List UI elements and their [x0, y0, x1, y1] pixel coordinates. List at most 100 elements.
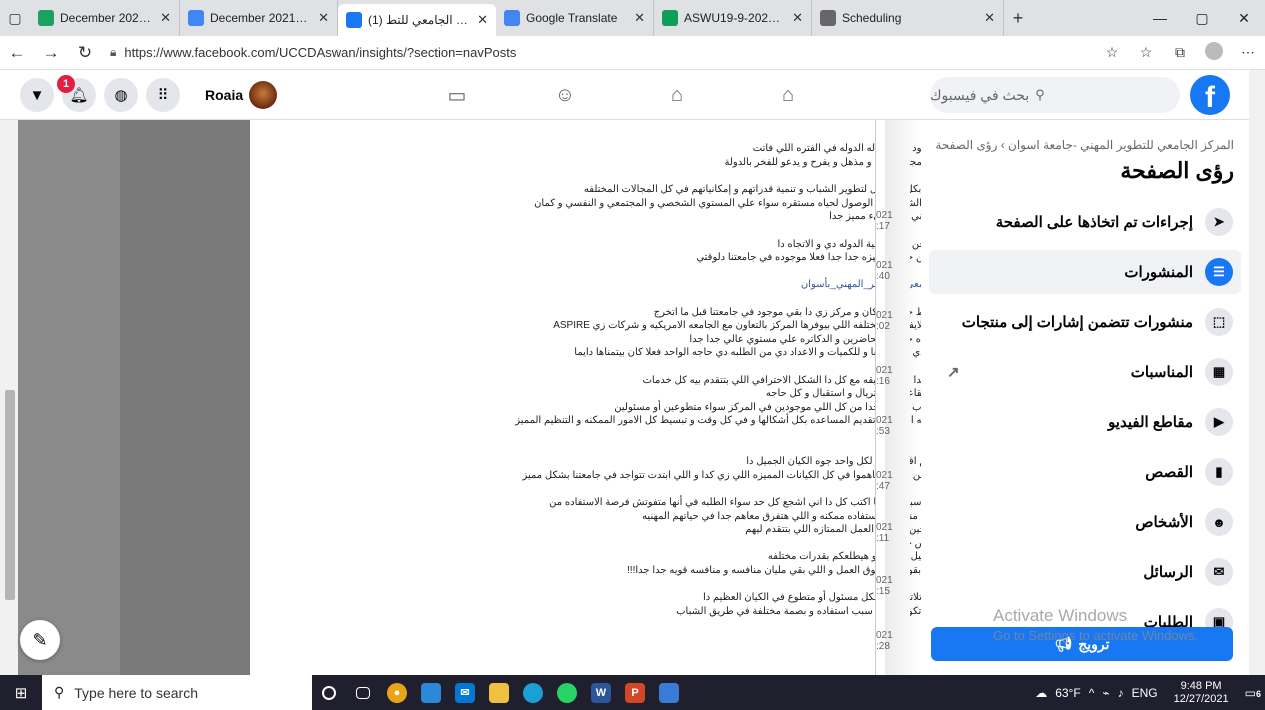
tab-title: Scheduling: [842, 11, 902, 25]
right-scrollbar[interactable]: [1249, 70, 1265, 675]
sidebar-item-1[interactable]: ➤ إجراءات تم اتخاذها على الصفحة: [929, 200, 1241, 244]
restore-icon[interactable]: ▢: [1181, 10, 1223, 27]
hashtag-link[interactable]: #المركز_الجامعي_للتطوير_المهني_بأسوان: [262, 278, 978, 292]
store-icon[interactable]: [414, 675, 448, 710]
post-line: كورسات مفيده جدا و المحاضرين و الدكاتره …: [689, 333, 978, 345]
weather-temp[interactable]: 63°F: [1055, 686, 1080, 700]
photos-icon[interactable]: [652, 675, 686, 710]
sidebar-item-7[interactable]: ☻ الأشخاص: [929, 500, 1241, 544]
tab-4[interactable]: Google Translate ✕: [496, 0, 654, 36]
tab-title: ASWU19-9-2021R13C: [684, 11, 784, 25]
cortana-icon[interactable]: [312, 675, 346, 710]
sidebar-item-4[interactable]: ▦ المناسبات ↗: [929, 350, 1241, 394]
new-tab-button[interactable]: +: [1004, 8, 1032, 29]
account-menu-icon[interactable]: ▼: [20, 78, 54, 112]
tab-6[interactable]: Scheduling ✕: [812, 0, 1004, 36]
google-translate-icon: [504, 10, 520, 26]
groups-icon[interactable]: ☺: [545, 80, 585, 110]
facebook-logo-icon[interactable]: f: [1190, 75, 1230, 115]
close-window-icon[interactable]: ✕: [1223, 10, 1265, 27]
search-icon: ⚲: [54, 684, 65, 700]
left-scrollbar[interactable]: [0, 120, 18, 675]
powerpoint-icon[interactable]: P: [618, 675, 652, 710]
scrollbar-thumb[interactable]: [5, 390, 15, 600]
overlay-backdrop: [18, 120, 120, 675]
minimize-icon[interactable]: —: [1139, 10, 1181, 27]
more-icon[interactable]: ⋯: [1231, 44, 1265, 61]
tab-close-icon[interactable]: ✕: [477, 12, 488, 28]
clock-time: 9:48 PM: [1180, 679, 1222, 692]
windows-start-icon[interactable]: ⊞: [0, 675, 42, 710]
lang-indicator[interactable]: ENG: [1132, 686, 1158, 700]
task-view-icon[interactable]: [346, 675, 380, 710]
profile-icon[interactable]: [1197, 42, 1231, 63]
sidebar-item-3[interactable]: ⬚ منشورات تتضمن إشارات إلى منتجات: [929, 300, 1241, 344]
notifications-icon[interactable]: 1 🔔︎: [57, 75, 96, 112]
whatsapp-icon[interactable]: [550, 675, 584, 710]
shopping-bag-icon: ⬚: [1205, 308, 1233, 336]
tab-2[interactable]: December 2021Month ✕: [180, 0, 338, 36]
post-line: المستوي المهني فعلا شيء مميز جدا: [829, 211, 978, 222]
pages-icon[interactable]: ▭: [437, 80, 477, 110]
tab-1[interactable]: December 2021 - Goo ✕: [30, 0, 180, 36]
favorites-icon[interactable]: ☆: [1129, 44, 1163, 61]
tab-close-icon[interactable]: ✕: [792, 10, 803, 26]
mail-icon[interactable]: ✉: [448, 675, 482, 710]
tab-5[interactable]: ASWU19-9-2021R13C ✕: [654, 0, 812, 36]
lock-icon[interactable]: 🔒︎: [110, 45, 116, 60]
notification-badge: 1: [57, 75, 75, 93]
notification-count: 6: [1255, 688, 1261, 699]
user-profile-link[interactable]: Roaia: [205, 80, 278, 110]
messenger-icon[interactable]: ◍: [104, 78, 138, 112]
messages-icon: ✉: [1205, 558, 1233, 586]
clock[interactable]: 9:48 PM 12/27/2021: [1170, 680, 1233, 706]
menu-grid-icon[interactable]: ⠿: [146, 78, 180, 112]
tab-close-icon[interactable]: ✕: [634, 10, 645, 26]
tab-close-icon[interactable]: ✕: [318, 10, 329, 26]
search-input[interactable]: ⚲ بحث في فيسبوك: [930, 77, 1180, 113]
back-icon[interactable]: ←: [0, 43, 34, 63]
home-icon[interactable]: ⌂: [768, 80, 808, 110]
post-line: و كمان الخريجين و ورش العمل الممتازه الل…: [745, 524, 978, 535]
tab-3[interactable]: (1) المركز الجامعي للتط ✕: [338, 4, 496, 36]
tab-close-icon[interactable]: ✕: [160, 10, 171, 26]
sidebar-item-8[interactable]: ✉ الرسائل: [929, 550, 1241, 594]
window-controls: — ▢ ✕: [1139, 10, 1265, 27]
url-field[interactable]: 🔒︎ https://www.facebook.com/UCCDAswan/in…: [110, 45, 1095, 60]
tab-actions-icon[interactable]: ▢: [0, 0, 30, 36]
forward-icon[interactable]: →: [34, 43, 68, 63]
search-placeholder: بحث في فيسبوك: [930, 86, 1030, 103]
post-line: و ان شاء الله تكونوا دايما سبب استفاده و…: [676, 605, 978, 617]
post-paragraph: و من ضمن الأسباب ان انا اكتب كل دا اني ا…: [262, 496, 978, 577]
read-aloud-icon[interactable]: ☆: [1095, 44, 1129, 61]
post-line: من تجهيزات لقاعات و ماتريال و استقبال و …: [765, 388, 978, 399]
sidebar-item-6[interactable]: ▮ القصص: [929, 450, 1241, 494]
chrome-icon[interactable]: ●: [380, 675, 414, 710]
tab-title: December 2021Month: [210, 11, 310, 25]
sidebar-item-2[interactable]: ☰ المنشورات: [929, 250, 1241, 294]
network-icon[interactable]: ⌁: [1102, 686, 1109, 700]
post-line: السعي الدائم بكل الوسائل لتطوير الشباب و…: [583, 184, 978, 195]
post-line: و هي: [262, 265, 978, 279]
taskbar-search[interactable]: ⚲ Type here to search: [42, 675, 312, 710]
tab-close-icon[interactable]: ✕: [984, 10, 995, 26]
refresh-icon[interactable]: ↻: [68, 43, 102, 63]
url-text: https://www.facebook.com/UCCDAswan/insig…: [124, 45, 517, 60]
new-message-button[interactable]: ✎: [20, 620, 60, 660]
file-explorer-icon[interactable]: [482, 675, 516, 710]
collections-icon[interactable]: ⧉: [1163, 44, 1197, 61]
google-drive-icon: [38, 10, 54, 26]
edge-icon[interactable]: [516, 675, 550, 710]
breadcrumb[interactable]: المركز الجامعي للتطوير المهني -جامعة اسو…: [935, 138, 1234, 152]
panel-shadow: [885, 120, 921, 675]
post-line: و احنا بنتكلم عن استراتيجية الدوله دي و …: [777, 238, 978, 250]
word-icon[interactable]: W: [584, 675, 618, 710]
sidebar-item-5[interactable]: ▶ مقاطع الفيديو: [929, 400, 1241, 444]
volume-icon[interactable]: ♪: [1118, 686, 1124, 700]
tray-expand-icon[interactable]: ^: [1089, 686, 1095, 700]
marketplace-icon[interactable]: ⌂: [657, 80, 697, 110]
action-center-icon[interactable]: ▭6: [1245, 686, 1261, 700]
external-link-icon[interactable]: ↗: [947, 363, 960, 381]
tab-strip: ▢ December 2021 - Goo✕December 2021Month…: [0, 0, 1265, 36]
weather-icon[interactable]: ☁︎: [1035, 686, 1047, 700]
